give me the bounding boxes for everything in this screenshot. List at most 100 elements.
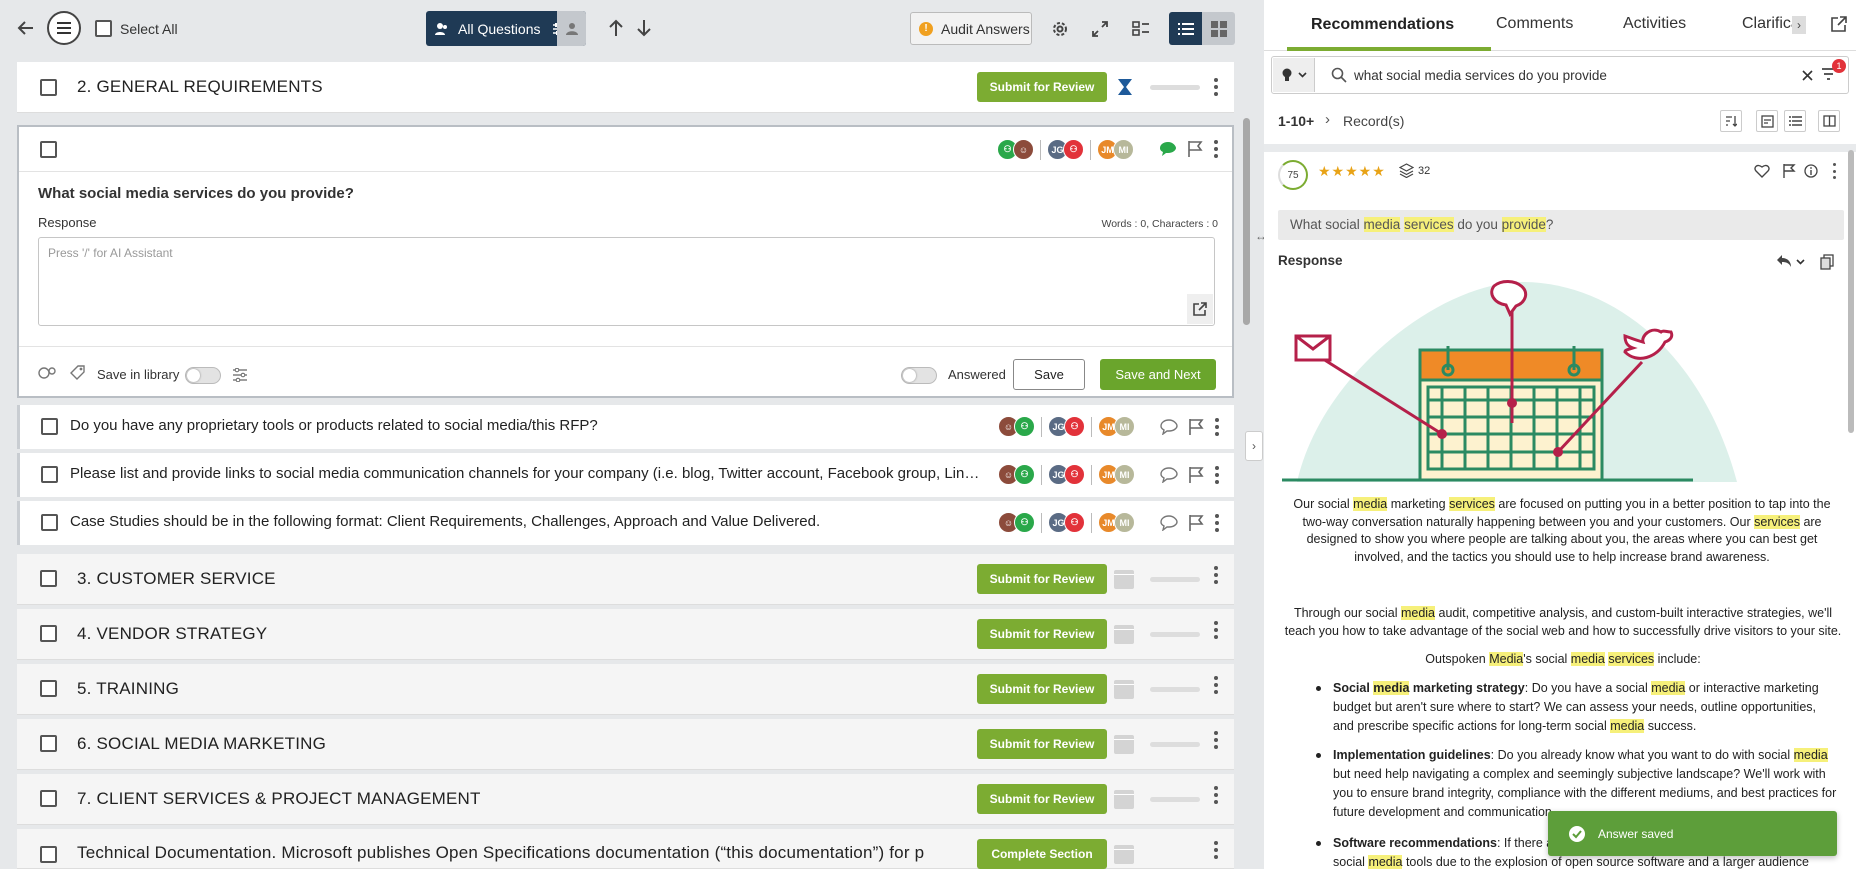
layout-icon[interactable]	[1129, 17, 1153, 41]
more-options-icon[interactable]	[1214, 418, 1220, 436]
calendar-icon[interactable]	[1114, 735, 1134, 754]
more-options-icon[interactable]	[1831, 163, 1837, 179]
info-icon[interactable]	[1804, 164, 1818, 178]
more-options-icon[interactable]	[1213, 841, 1219, 859]
section-row[interactable]: 2. GENERAL REQUIREMENTS Submit for Revie…	[17, 62, 1234, 113]
calendar-icon[interactable]	[1114, 845, 1134, 864]
question-checkbox[interactable]	[41, 466, 58, 483]
search-input[interactable]	[1354, 63, 1754, 87]
more-options-icon[interactable]	[1214, 466, 1220, 484]
sort-button[interactable]	[1720, 110, 1742, 132]
clear-search-icon[interactable]	[1802, 70, 1813, 81]
question-row[interactable]: Please list and provide links to social …	[17, 453, 1234, 497]
view-detail-button[interactable]	[1756, 110, 1778, 132]
question-row[interactable]: Case Studies should be in the following …	[17, 501, 1234, 545]
reply-icon[interactable]	[1776, 254, 1792, 268]
section-checkbox[interactable]	[40, 625, 57, 642]
tabs-scroll-right-icon[interactable]: ›	[1792, 16, 1806, 34]
question-checkbox[interactable]	[41, 418, 58, 435]
chevron-down-icon[interactable]	[1796, 259, 1805, 265]
select-all-checkbox[interactable]	[95, 20, 112, 37]
section-row[interactable]: 6. SOCIAL MEDIA MARKETING Submit for Rev…	[17, 719, 1234, 770]
toast-notification[interactable]: Answer saved	[1548, 811, 1837, 856]
question-row[interactable]: Do you have any proprietary tools or pro…	[17, 405, 1234, 449]
list-icon	[1177, 22, 1194, 35]
open-editor-button[interactable]	[1187, 294, 1213, 324]
more-options-icon[interactable]	[1214, 514, 1220, 532]
bulb-dropdown[interactable]	[1273, 58, 1315, 92]
arrow-down-icon[interactable]	[632, 16, 656, 40]
submit-for-review-button[interactable]: Submit for Review	[977, 674, 1107, 704]
menu-button[interactable]	[47, 11, 81, 45]
flag-icon[interactable]	[1187, 140, 1203, 158]
settings-gear-icon[interactable]	[1048, 17, 1072, 41]
options-sliders-icon[interactable]	[232, 368, 248, 382]
submit-for-review-button[interactable]: Submit for Review	[977, 729, 1107, 759]
section-row[interactable]: 7. CLIENT SERVICES & PROJECT MANAGEMENT …	[17, 774, 1234, 825]
answered-toggle[interactable]	[901, 367, 937, 384]
calendar-icon[interactable]	[1114, 625, 1134, 644]
response-textarea[interactable]: Press '/' for AI Assistant	[38, 237, 1215, 326]
more-options-icon[interactable]	[1213, 140, 1219, 158]
list-view-button[interactable]	[1784, 110, 1806, 132]
section-checkbox[interactable]	[40, 735, 57, 752]
more-options-icon[interactable]	[1213, 676, 1219, 694]
tab-recommendations[interactable]: Recommendations	[1311, 0, 1454, 50]
complete-section-button[interactable]: Complete Section	[977, 839, 1107, 869]
flag-icon[interactable]	[1782, 163, 1796, 179]
ai-sparkle-icon[interactable]	[38, 365, 58, 381]
submit-for-review-button[interactable]: Submit for Review	[977, 619, 1107, 649]
left-scrollbar[interactable]	[1243, 118, 1250, 325]
calendar-icon[interactable]	[1114, 790, 1134, 809]
flag-icon[interactable]	[1188, 466, 1204, 484]
comment-icon[interactable]	[1160, 419, 1178, 435]
save-button[interactable]: Save	[1013, 359, 1085, 390]
section-checkbox[interactable]	[40, 790, 57, 807]
copy-icon[interactable]	[1820, 254, 1834, 270]
columns-view-button[interactable]	[1818, 110, 1840, 132]
grid-view-button[interactable]	[1202, 12, 1235, 45]
heart-icon[interactable]	[1754, 164, 1770, 178]
more-options-icon[interactable]	[1213, 621, 1219, 639]
person-filter-button[interactable]	[557, 11, 586, 46]
right-scrollbar[interactable]	[1848, 150, 1854, 433]
section-row[interactable]: Technical Documentation. Microsoft publi…	[17, 829, 1234, 869]
tab-comments[interactable]: Comments	[1496, 0, 1573, 49]
save-in-library-toggle[interactable]	[185, 367, 221, 384]
calendar-icon[interactable]	[1114, 570, 1134, 589]
comment-icon[interactable]	[1160, 467, 1178, 483]
more-options-icon[interactable]	[1213, 731, 1219, 749]
submit-for-review-button[interactable]: Submit for Review	[977, 784, 1107, 814]
question-checkbox[interactable]	[41, 514, 58, 531]
back-arrow-icon[interactable]	[14, 16, 38, 40]
flag-icon[interactable]	[1188, 418, 1204, 436]
section-row[interactable]: 3. CUSTOMER SERVICE Submit for Review	[17, 554, 1234, 605]
submit-for-review-button[interactable]: Submit for Review	[977, 72, 1107, 102]
section-checkbox[interactable]	[40, 570, 57, 587]
select-all[interactable]: Select All	[95, 20, 178, 37]
tag-icon[interactable]	[69, 365, 85, 381]
tab-activities[interactable]: Activities	[1623, 0, 1686, 49]
section-checkbox[interactable]	[40, 79, 57, 96]
comment-filled-icon[interactable]	[1159, 141, 1177, 157]
list-view-button[interactable]	[1169, 12, 1202, 45]
reviewer-icon: ⚇	[1063, 139, 1084, 160]
more-options-icon[interactable]	[1213, 78, 1219, 96]
save-and-next-button[interactable]: Save and Next	[1100, 359, 1216, 390]
calendar-icon[interactable]	[1114, 680, 1134, 699]
section-checkbox[interactable]	[40, 846, 57, 863]
arrow-up-icon[interactable]	[604, 16, 628, 40]
more-options-icon[interactable]	[1213, 786, 1219, 804]
flag-icon[interactable]	[1188, 514, 1204, 532]
section-row[interactable]: 4. VENDOR STRATEGY Submit for Review	[17, 609, 1234, 660]
question-checkbox[interactable]	[40, 141, 57, 158]
comment-icon[interactable]	[1160, 515, 1178, 531]
expand-icon[interactable]	[1088, 17, 1112, 41]
more-options-icon[interactable]	[1213, 566, 1219, 584]
submit-for-review-button[interactable]: Submit for Review	[977, 564, 1107, 594]
section-row[interactable]: 5. TRAINING Submit for Review	[17, 664, 1234, 715]
section-checkbox[interactable]	[40, 680, 57, 697]
audit-answers-button[interactable]: ! Audit Answers	[910, 12, 1032, 45]
external-link-icon[interactable]	[1831, 16, 1847, 32]
collapse-panel-chevron-icon[interactable]: ›	[1245, 431, 1263, 461]
